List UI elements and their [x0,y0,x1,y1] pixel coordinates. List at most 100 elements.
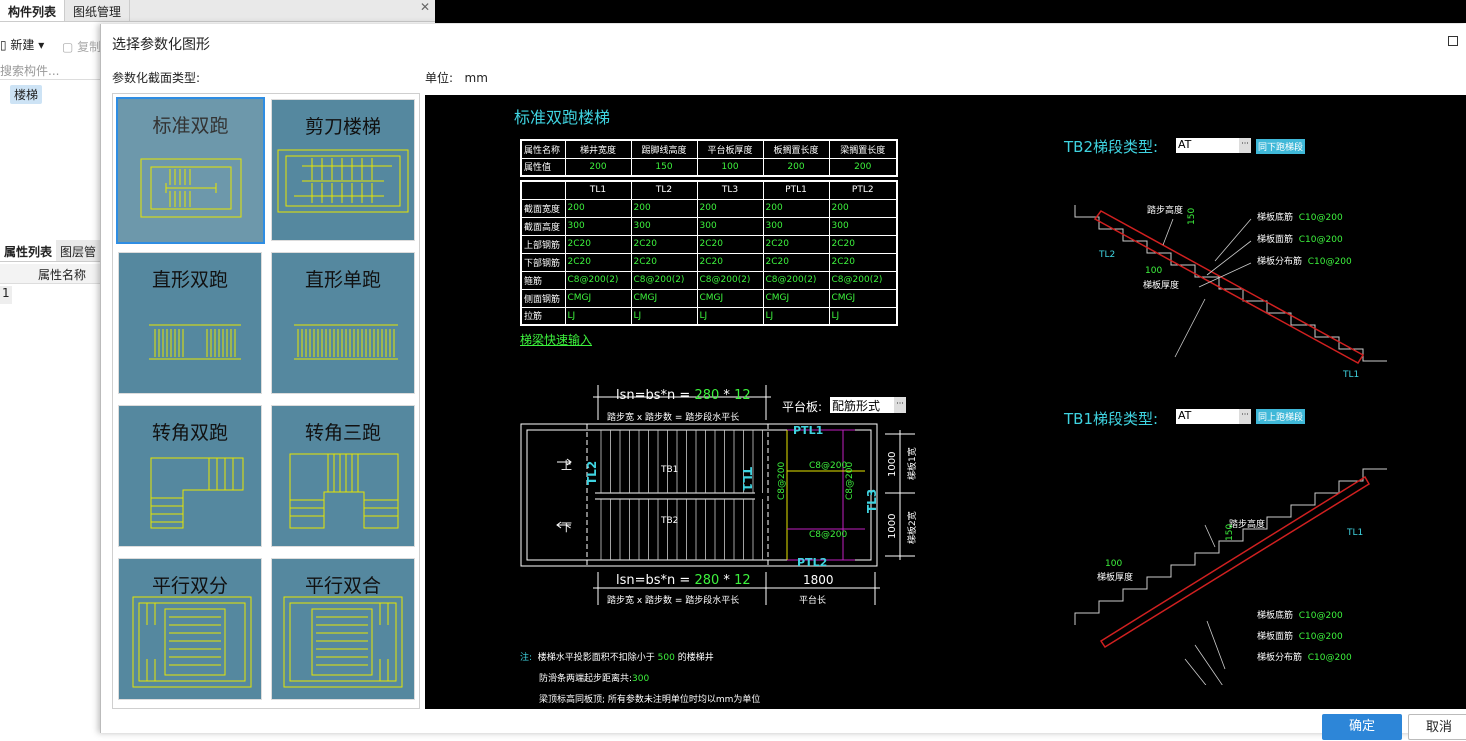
shape-type-grid: 标准双跑 剪刀楼梯 直形双跑 直形单跑 转角双跑 转角三跑 平行双分 平行双合 [112,93,420,709]
tb2-slab-thickness: 梯板厚度 [1143,281,1180,291]
ellipsis-icon: ··· [894,397,906,413]
dim-1000-top: 1000 [887,451,898,477]
tile-parallel-split[interactable]: 平行双分 [118,558,262,700]
scissor-stair-icon [277,149,409,213]
tb1-same-button[interactable]: 同上跑梯段 [1256,409,1306,424]
property-row-index: 1 [0,286,12,304]
formula-step-count: 12 [734,388,751,403]
search-input[interactable]: 搜索构件... [0,62,100,80]
new-label: 新建 [10,38,35,52]
notes: 注: 楼梯水平投影面积不扣除小于 500 的楼梯井 防滑条两端起步距离共:300… [520,648,760,709]
tree-item-stairs[interactable]: 楼梯 [10,85,43,104]
tl1-plan-label: TL1 [740,467,754,492]
tb2-top-label: 梯板面筋 [1257,235,1294,245]
tb2-tl1: TL1 [1343,370,1360,380]
width1-label: 梯板1宽 [908,447,918,480]
section-drawings [1074,205,1387,685]
corner-triple-icon [289,453,399,529]
platform-length-label: 平台长 [799,596,827,606]
tb1-rebar-dist: 梯板分布筋 C10@200 [1257,650,1352,663]
tab-property-list[interactable]: 属性列表 [0,240,56,261]
unit-value: mm [464,71,488,85]
tb2-type-select[interactable]: AT ··· [1176,138,1251,153]
parallel-merge-icon [283,596,403,688]
tb1-bot-label: 梯板底筋 [1257,611,1294,621]
tb1-tl1: TL1 [1347,528,1364,538]
tl2-plan-label: TL2 [585,460,599,485]
note-prefix: 注: [520,653,533,663]
tile-parallel-merge[interactable]: 平行双合 [271,558,415,700]
new-button[interactable]: ▯ 新建 ▾ [0,36,44,53]
tb2-type-label: TB2梯段类型: [1064,138,1159,156]
tb1-top-value: C10@200 [1298,632,1343,642]
tb2-step-height: 踏步高度 [1147,206,1184,216]
tabbar-bottom: 属性列表 图层管 [0,240,100,262]
formula-top: lsn=bs*n = 280 * 12 [616,388,751,403]
platform-label: 平台板: [782,400,823,414]
platform-select[interactable]: 配筋形式 ··· [830,397,906,413]
tb1-slab-thickness: 梯板厚度 [1097,573,1134,583]
tb1-rebar-top: 梯板面筋 C10@200 [1257,629,1343,642]
tb1-type-label: TB1梯段类型: [1064,410,1159,428]
up-label: 上 [561,459,572,472]
copy-button[interactable]: ▢ 复制 [62,38,101,55]
note1-b: 的楼梯井 [677,653,714,663]
unit-label: 单位: mm [425,69,488,86]
formula-step-count-2: 12 [734,573,751,588]
tab-layer[interactable]: 图层管 [56,240,100,261]
tl3-plan-label: TL3 [865,488,879,513]
tile-corner-double[interactable]: 转角双跑 [118,405,262,547]
platform-select-value: 配筋形式 [832,399,881,413]
c8-label-right: C8@200 [845,461,855,500]
maximize-icon[interactable] [1448,36,1458,46]
straight-single-icon [294,324,398,360]
tile-scissor[interactable]: 剪刀楼梯 [271,99,415,241]
note1-value: 500 [657,653,675,663]
tb2-bot-label: 梯板底筋 [1257,213,1294,223]
ptl1-plan-label: PTL1 [793,424,824,437]
section-type-label: 参数化截面类型: [112,71,201,85]
dialog-title: 选择参数化图形 [112,37,210,53]
c8-label-bottom: C8@200 [809,530,848,540]
parametric-shape-dialog: 选择参数化图形 参数化截面类型: 单位: mm 标准双跑 剪刀楼梯 直形双跑 直… [100,24,1466,740]
note2-a: 防滑条两端起步距离共: [539,674,633,684]
tb1-150: 150 [1225,523,1235,541]
formula-times: * [723,388,730,403]
tile-straight-single[interactable]: 直形单跑 [271,252,415,394]
tb1-type-value: AT [1178,409,1192,422]
tile-straight-double[interactable]: 直形双跑 [118,252,262,394]
parameter-drawing-canvas: 标准双跑楼梯 属性名称 梯井宽度 踢脚线高度 平台板厚度 板搁置长度 梁搁置长度 属性值 20… [425,95,1466,709]
confirm-button[interactable]: 确定 [1322,714,1402,740]
tile-corner-triple[interactable]: 转角三跑 [271,405,415,547]
tb2-dist-value: C10@200 [1307,257,1352,267]
tb2-dist-label: 梯板分布筋 [1257,257,1303,267]
tb2-bot-value: C10@200 [1298,213,1343,223]
note-line-1: 注: 楼梯水平投影面积不扣除小于 500 的楼梯井 [520,648,760,669]
tb2-same-button[interactable]: 同下跑梯段 [1256,139,1306,154]
c8-label-top: C8@200 [809,461,848,471]
formula-step-width-2: 280 [694,573,720,588]
cancel-button[interactable]: 取消 [1408,714,1466,740]
close-icon[interactable]: ✕ [420,0,430,14]
standard-double-icon [140,158,242,218]
tb2-plan-label: TB2 [661,516,679,526]
width2-label: 梯板2宽 [908,511,918,544]
tb1-dist-label: 梯板分布筋 [1257,653,1303,663]
property-col-header: 属性名称 [0,264,100,284]
note-line-2: 防滑条两端起步距离共:300 [520,669,760,690]
tb1-type-select[interactable]: AT ··· [1176,409,1251,424]
note2-value: 300 [632,674,650,684]
tab-drawing-manage[interactable]: 图纸管理 [65,0,131,21]
platform-length-value: 1800 [803,573,834,587]
tile-standard-double[interactable]: 标准双跑 [116,97,265,244]
tb2-rebar-top: 梯板面筋 C10@200 [1257,232,1343,245]
formula-text-2: lsn=bs*n = [616,573,691,588]
formula-step-width: 280 [694,388,720,403]
tab-component-list[interactable]: 构件列表 [0,0,66,21]
c8-label-left: C8@200 [777,461,787,500]
tb2-rebar-bottom: 梯板底筋 C10@200 [1257,210,1343,223]
tb2-rebar-dist: 梯板分布筋 C10@200 [1257,254,1352,267]
copy-label: 复制 [77,40,102,54]
down-label: 下 [561,521,572,534]
tb1-rebar-bottom: 梯板底筋 C10@200 [1257,608,1343,621]
